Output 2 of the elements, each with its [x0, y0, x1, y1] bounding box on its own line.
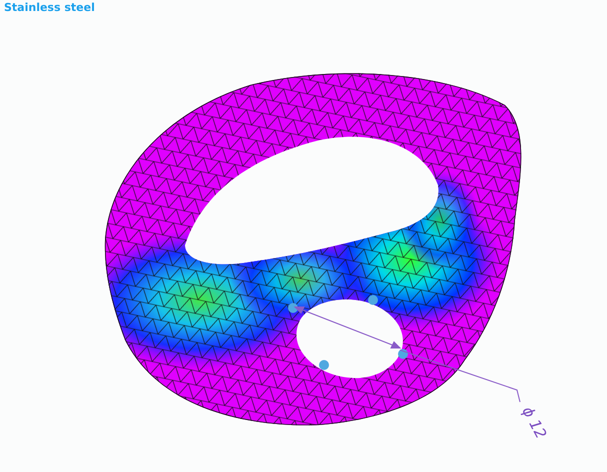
- material-title: Stainless steel: [3, 0, 95, 16]
- dimension-label: ϕ 12: [518, 403, 550, 442]
